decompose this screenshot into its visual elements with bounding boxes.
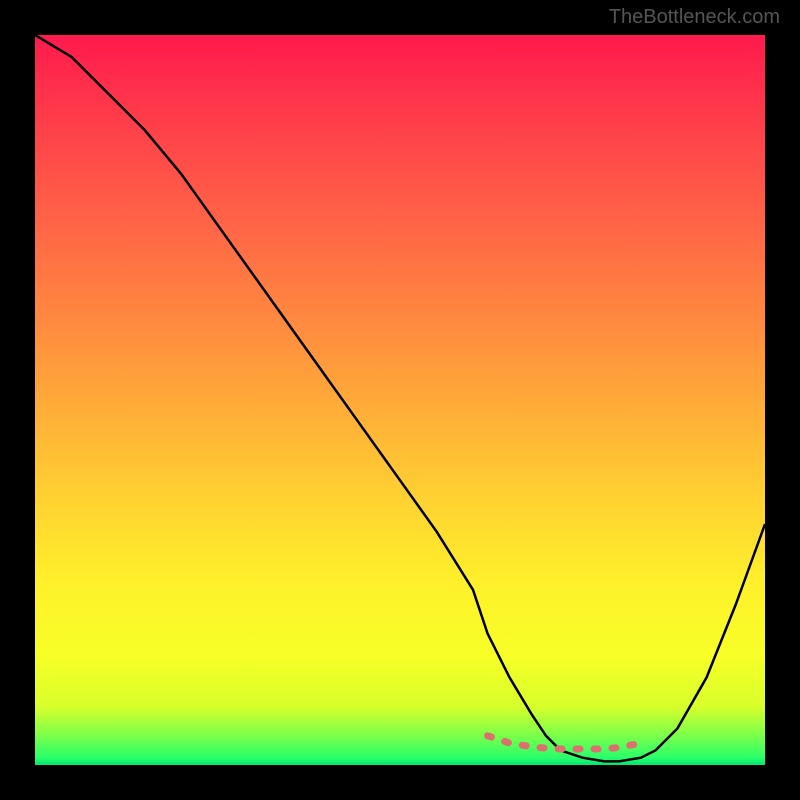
chart-container: TheBottleneck.com [0,0,800,800]
watermark-text: TheBottleneck.com [609,6,780,29]
bottleneck-curve-line [35,35,765,761]
bottleneck-optimal-zone-dashed [488,736,641,749]
chart-svg [35,35,765,765]
chart-area [35,35,765,765]
